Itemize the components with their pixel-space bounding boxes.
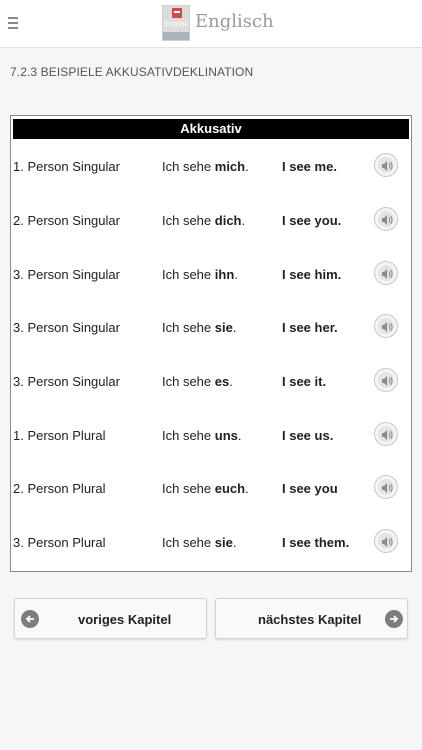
german-sentence-start: Ich sehe bbox=[162, 320, 215, 335]
app-header: Englisch Englisch bbox=[0, 0, 422, 48]
person-label: 3. Person Singular bbox=[13, 374, 120, 389]
table-row: 3. Person Singular Ich sehe ihn. I see him… bbox=[11, 260, 411, 290]
german-sentence-end: . bbox=[241, 213, 246, 228]
previous-chapter-label: voriges Kapitel bbox=[78, 612, 172, 627]
german-sentence-end: . bbox=[245, 159, 249, 174]
german-pronoun: ihn bbox=[214, 267, 235, 282]
speaker-icon bbox=[382, 430, 393, 440]
german-sentence-end: . bbox=[232, 320, 237, 335]
german-sentence: Ich sehe mich. bbox=[162, 159, 249, 174]
german-sentence-end: . bbox=[245, 481, 249, 496]
german-pronoun: sie bbox=[214, 320, 233, 335]
german-sentence: Ich sehe es. bbox=[162, 374, 233, 389]
declension-table: Akkusativ 1. Person Singular Ich sehe mic… bbox=[10, 115, 412, 572]
english-sentence: I see us. bbox=[282, 428, 334, 443]
german-sentence-start: Ich sehe bbox=[162, 535, 215, 550]
german-sentence: Ich sehe sie. bbox=[162, 535, 236, 550]
table-row: 1. Person Singular Ich sehe mich. I see me… bbox=[11, 152, 411, 182]
person-label: 1. Person Singular bbox=[13, 159, 120, 174]
table-row: 3. Person Singular Ich sehe sie. I see her… bbox=[11, 313, 411, 343]
speaker-icon bbox=[382, 537, 393, 547]
person-label: 2. Person Singular bbox=[13, 213, 120, 228]
speaker-icon bbox=[382, 215, 393, 225]
german-sentence: Ich sehe ihn. bbox=[162, 267, 238, 282]
app-title: Englisch bbox=[195, 11, 274, 32]
logo-text: Englisch bbox=[164, 20, 189, 28]
section-title: 7.2.3 BEISPIELE AKKUSATIVDEKLINATION bbox=[10, 65, 254, 79]
person-label: 2. Person Plural bbox=[13, 481, 106, 496]
play-audio-button[interactable] bbox=[374, 314, 398, 338]
play-audio-button[interactable] bbox=[374, 207, 398, 231]
play-audio-button[interactable] bbox=[374, 153, 398, 177]
arrow-left-icon bbox=[21, 610, 39, 628]
german-pronoun: euch bbox=[214, 481, 246, 496]
german-sentence-start: Ich sehe bbox=[162, 374, 215, 389]
table-row: 2. Person Plural Ich sehe euch. I see you bbox=[11, 474, 411, 504]
table-heading: Akkusativ bbox=[13, 119, 409, 139]
person-label: 1. Person Plural bbox=[13, 428, 106, 443]
english-sentence: I see it. bbox=[282, 374, 327, 389]
german-sentence-end: . bbox=[229, 374, 233, 389]
speaker-icon bbox=[382, 269, 393, 279]
german-sentence-end: . bbox=[237, 428, 242, 443]
german-sentence-start: Ich sehe bbox=[162, 267, 215, 282]
table-row: 1. Person Plural Ich sehe uns. I see us. bbox=[11, 421, 411, 451]
person-label: 3. Person Plural bbox=[13, 535, 106, 550]
english-sentence: I see me. bbox=[282, 159, 337, 174]
german-pronoun: es bbox=[214, 374, 230, 389]
person-label: 3. Person Singular bbox=[13, 320, 120, 335]
german-pronoun: sie bbox=[214, 535, 233, 550]
german-sentence: Ich sehe dich. bbox=[162, 213, 245, 228]
english-sentence: I see her. bbox=[282, 320, 338, 335]
german-sentence-start: Ich sehe bbox=[162, 481, 215, 496]
german-sentence-start: Ich sehe bbox=[162, 213, 215, 228]
german-sentence-end: . bbox=[232, 535, 237, 550]
next-chapter-label: nächstes Kapitel bbox=[258, 612, 362, 627]
speaker-icon bbox=[382, 322, 393, 332]
person-label: 3. Person Singular bbox=[13, 267, 120, 282]
english-sentence: I see you bbox=[282, 481, 338, 496]
table-row: 3. Person Plural Ich sehe sie. I see them. bbox=[11, 528, 411, 558]
english-sentence: I see you. bbox=[282, 213, 342, 228]
german-pronoun: uns bbox=[214, 428, 238, 443]
german-sentence: Ich sehe uns. bbox=[162, 428, 242, 443]
table-row: 3. Person Singular Ich sehe es. I see it. bbox=[11, 367, 411, 397]
play-audio-button[interactable] bbox=[374, 529, 398, 553]
german-sentence-end: . bbox=[234, 267, 238, 282]
table-row: 2. Person Singular Ich sehe dich. I see yo… bbox=[11, 206, 411, 236]
next-chapter-button[interactable]: nächstes Kapitel bbox=[215, 598, 408, 639]
hamburger-menu-icon[interactable] bbox=[8, 14, 20, 32]
speaker-icon bbox=[382, 483, 393, 493]
speaker-icon bbox=[382, 376, 393, 386]
speaker-icon bbox=[382, 161, 393, 171]
previous-chapter-button[interactable]: voriges Kapitel bbox=[14, 598, 207, 639]
app-logo: Englisch bbox=[162, 5, 190, 41]
english-sentence: I see them. bbox=[282, 535, 350, 550]
arrow-right-icon bbox=[385, 610, 403, 628]
play-audio-button[interactable] bbox=[374, 422, 398, 446]
play-audio-button[interactable] bbox=[374, 475, 398, 499]
play-audio-button[interactable] bbox=[374, 261, 398, 285]
german-sentence: Ich sehe euch. bbox=[162, 481, 249, 496]
german-sentence-start: Ich sehe bbox=[162, 428, 215, 443]
german-sentence-start: Ich sehe bbox=[162, 159, 215, 174]
german-pronoun: mich bbox=[214, 159, 246, 174]
german-pronoun: dich bbox=[214, 213, 242, 228]
german-sentence: Ich sehe sie. bbox=[162, 320, 236, 335]
play-audio-button[interactable] bbox=[374, 368, 398, 392]
english-sentence: I see him. bbox=[282, 267, 342, 282]
